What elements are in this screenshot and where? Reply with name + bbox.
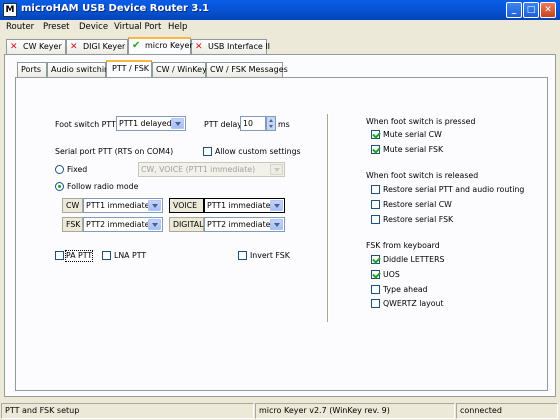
chevron-down-icon[interactable] <box>270 164 283 175</box>
chevron-down-icon[interactable] <box>148 219 161 230</box>
mode-fsk-label: FSK <box>62 217 83 232</box>
tab-cw-keyer[interactable]: ✕ CW Keyer <box>6 39 66 54</box>
chevron-down-icon[interactable] <box>270 200 283 211</box>
menu-help[interactable]: Help <box>168 22 187 32</box>
chevron-down-icon[interactable] <box>148 200 161 211</box>
app-window: M microHAM USB Device Router 3.1 _ □ ✕ R… <box>0 0 560 420</box>
x-icon: ✕ <box>195 42 203 52</box>
uos-checkbox[interactable] <box>371 270 380 279</box>
restore-ptt-audio-label: Restore serial PTT and audio routing <box>383 185 525 194</box>
type-ahead-checkbox[interactable] <box>371 285 380 294</box>
menu-preset[interactable]: Preset <box>43 22 70 32</box>
x-icon: ✕ <box>10 42 18 52</box>
restore-ptt-audio-checkbox[interactable] <box>371 185 380 194</box>
tab-digi-keyer[interactable]: ✕ DIGI Keyer <box>66 39 128 54</box>
restore-serial-cw-label: Restore serial CW <box>383 200 452 209</box>
lna-ptt-checkbox[interactable] <box>102 251 111 260</box>
tab-cw-winkey[interactable]: CW / WinKey <box>152 62 207 77</box>
microham-app-icon[interactable]: M <box>3 3 17 17</box>
qwertz-layout-label: QWERTZ layout <box>383 299 444 308</box>
pa-ptt-label: PA PTT <box>64 250 94 262</box>
device-tabs: ✕ CW Keyer ✕ DIGI Keyer ✔ micro Keyer ✕ USB … <box>4 37 556 55</box>
tab-ptt-fsk[interactable]: PTT / FSK <box>106 60 152 77</box>
menu-device[interactable]: Device <box>79 22 108 32</box>
diddle-letters-label: Diddle LETTERS <box>383 255 445 264</box>
follow-radio-mode-radio[interactable] <box>55 182 64 191</box>
invert-fsk-checkbox[interactable] <box>238 251 247 260</box>
mode-cw-label: CW <box>62 198 83 213</box>
fixed-radio[interactable] <box>55 165 64 174</box>
allow-custom-label: Allow custom settings <box>215 147 301 156</box>
check-icon: ✔ <box>132 40 141 51</box>
pa-ptt-checkbox[interactable] <box>55 251 64 260</box>
status-hint: PTT and FSK setup <box>1 403 254 419</box>
invert-fsk-label: Invert FSK <box>250 251 290 260</box>
menu-virtual-port[interactable]: Virtual Port <box>114 22 161 32</box>
title-bar[interactable]: M microHAM USB Device Router 3.1 _ □ ✕ <box>0 0 560 20</box>
settings-tabs: Ports Audio switching PTT / FSK CW / Win… <box>15 60 545 78</box>
type-ahead-label: Type ahead <box>383 285 428 294</box>
foot-switch-ptt-label: Foot switch PTT <box>55 120 116 129</box>
fixed-label: Fixed <box>67 165 88 174</box>
mode-digital-select[interactable]: PTT2 immediate <box>204 217 285 232</box>
ptt-delay-unit: ms <box>278 120 290 129</box>
window-title: microHAM USB Device Router 3.1 <box>21 3 210 14</box>
pressed-heading: When foot switch is pressed <box>366 117 476 126</box>
mute-serial-cw-checkbox[interactable] <box>371 130 380 139</box>
diddle-letters-checkbox[interactable] <box>371 255 380 264</box>
tab-audio-switching[interactable]: Audio switching <box>47 62 114 77</box>
minimize-button[interactable]: _ <box>506 2 522 18</box>
chevron-down-icon[interactable] <box>270 219 283 230</box>
released-heading: When foot switch is released <box>366 171 479 180</box>
mute-serial-fsk-checkbox[interactable] <box>371 145 380 154</box>
tab-cw-fsk-messages[interactable]: CW / FSK Messages <box>206 62 288 77</box>
mode-fsk-select[interactable]: PTT2 immediate <box>83 217 163 232</box>
mute-serial-cw-label: Mute serial CW <box>383 130 442 139</box>
status-connection: connected <box>456 403 558 419</box>
tab-ports[interactable]: Ports <box>17 62 47 77</box>
serial-port-ptt-label: Serial port PTT (RTS on COM4) <box>55 147 174 156</box>
close-button[interactable]: ✕ <box>540 2 556 18</box>
tab-usb-interface-ii[interactable]: ✕ USB Interface II <box>191 39 270 54</box>
restore-serial-fsk-checkbox[interactable] <box>371 215 380 224</box>
vertical-divider <box>327 114 329 322</box>
fsk-keyboard-heading: FSK from keyboard <box>366 241 440 250</box>
ptt-delay-input[interactable]: 10 <box>240 116 266 131</box>
restore-serial-fsk-label: Restore serial FSK <box>383 215 454 224</box>
menu-router[interactable]: Router <box>6 22 34 32</box>
ptt-delay-label: PTT delay <box>204 120 242 129</box>
mute-serial-fsk-label: Mute serial FSK <box>383 145 444 154</box>
chevron-down-icon[interactable] <box>171 118 184 129</box>
maximize-button[interactable]: □ <box>523 2 539 18</box>
mode-digital-label: DIGITAL <box>169 217 204 232</box>
restore-serial-cw-checkbox[interactable] <box>371 200 380 209</box>
status-device-version: micro Keyer v2.7 (WinKey rev. 9) <box>255 403 455 419</box>
lna-ptt-label: LNA PTT <box>114 251 147 260</box>
x-icon: ✕ <box>70 42 78 52</box>
mode-voice-label: VOICE <box>169 198 204 213</box>
mode-cw-select[interactable]: PTT1 immediate <box>83 198 163 213</box>
menu-bar: Router Preset Device Virtual Port Help <box>0 20 560 35</box>
mode-voice-select[interactable]: PTT1 immediate <box>204 198 285 213</box>
fixed-mode-select[interactable]: CW, VOICE (PTT1 immediate) <box>138 162 285 177</box>
allow-custom-checkbox[interactable] <box>203 147 212 156</box>
foot-switch-ptt-select[interactable]: PTT1 delayed <box>116 116 186 131</box>
follow-radio-mode-label: Follow radio mode <box>67 182 139 191</box>
tab-micro-keyer[interactable]: ✔ micro Keyer <box>128 37 193 54</box>
ptt-delay-spinner[interactable] <box>266 116 276 131</box>
qwertz-layout-checkbox[interactable] <box>371 299 380 308</box>
uos-label: UOS <box>383 270 400 279</box>
